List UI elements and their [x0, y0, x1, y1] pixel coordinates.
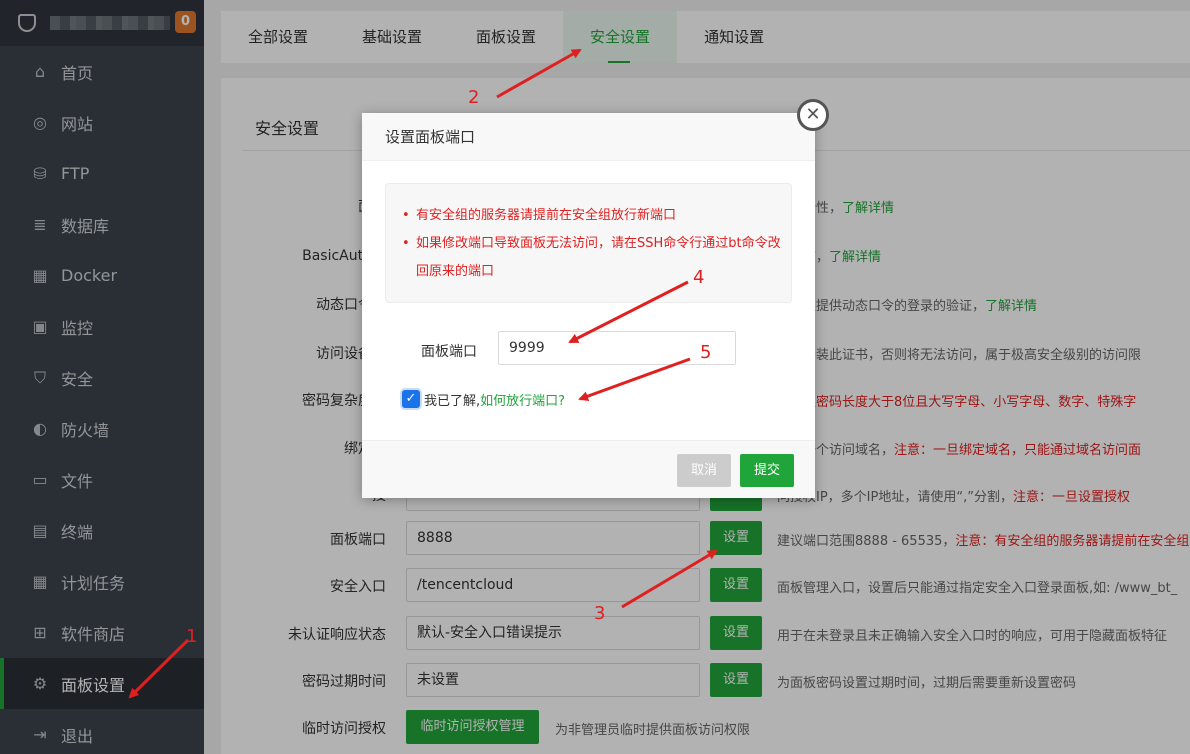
annotation-number-4: 4: [693, 267, 705, 288]
warning-notice: 有安全组的服务器请提前在安全组放行新端口 如果修改端口导致面板无法访问，请在SS…: [385, 183, 792, 303]
set-port-dialog: 设置面板端口 有安全组的服务器请提前在安全组放行新端口 如果修改端口导致面板无法…: [362, 113, 815, 498]
notice-item: 如果修改端口导致面板无法访问，请在SSH命令行通过bt命令改回原来的端口: [402, 230, 782, 286]
close-icon[interactable]: ✕: [797, 99, 829, 131]
dialog-title: 设置面板端口: [362, 113, 815, 161]
cancel-button[interactable]: 取消: [677, 454, 731, 487]
how-to-open-port-link[interactable]: 如何放行端口?: [480, 394, 565, 409]
annotation-number-5: 5: [700, 342, 712, 363]
annotation-number-1: 1: [186, 626, 198, 647]
acknowledge-checkbox[interactable]: ✓: [402, 390, 420, 408]
dialog-footer: 取消 提交: [362, 440, 815, 498]
submit-button[interactable]: 提交: [740, 454, 794, 487]
notice-item: 有安全组的服务器请提前在安全组放行新端口: [402, 202, 775, 230]
acknowledge-text: 我已了解,: [424, 394, 481, 409]
port-label: 面板端口: [421, 344, 477, 360]
annotation-number-3: 3: [594, 603, 606, 624]
acknowledge-label: 我已了解,如何放行端口?: [424, 390, 565, 409]
annotation-number-2: 2: [468, 87, 480, 108]
